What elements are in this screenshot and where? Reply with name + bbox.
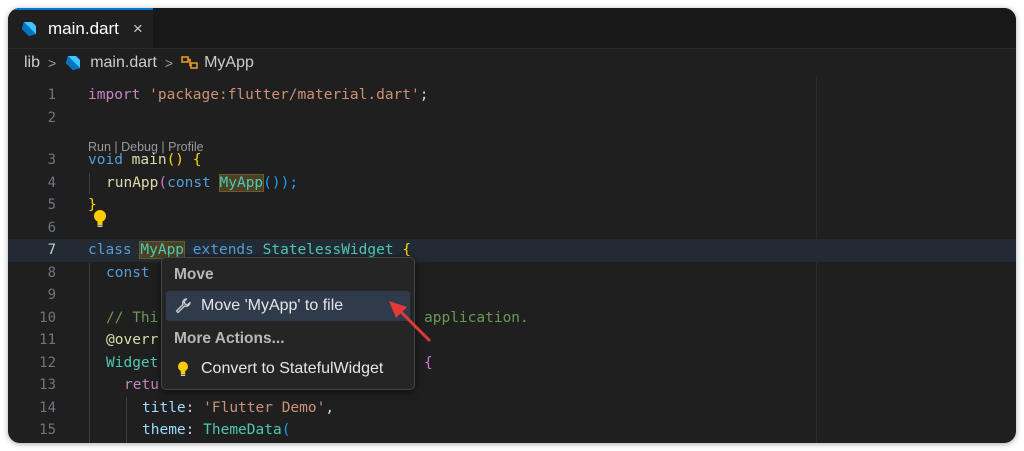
code-editor[interactable]: 1 import 'package:flutter/material.dart'… <box>8 77 1016 443</box>
tab-bar: main.dart × <box>8 8 1016 49</box>
chevron-right-icon: > <box>48 55 57 71</box>
breadcrumb-folder[interactable]: lib <box>24 54 40 72</box>
tab-main-dart[interactable]: main.dart × <box>8 8 153 48</box>
line-number: 7 <box>47 242 56 259</box>
indent-guide <box>89 263 90 443</box>
code-line-5[interactable]: 5 } <box>8 194 1016 217</box>
convert-to-stateful-action[interactable]: Convert to StatefulWidget <box>166 354 410 384</box>
line-number: 13 <box>39 377 56 394</box>
line-number: 4 <box>47 174 56 191</box>
line-number: 15 <box>39 422 56 439</box>
line-number: 10 <box>39 309 56 326</box>
editor-window: main.dart × lib > main.dart > MyApp 1 im… <box>8 8 1016 443</box>
breadcrumb-file-label: main.dart <box>90 54 157 71</box>
line-number: 9 <box>47 287 56 304</box>
code-line-7[interactable]: 7 class MyApp extends StatelessWidget { <box>8 239 1016 262</box>
code-line-3[interactable]: 3 void main() { <box>8 149 1016 172</box>
code-line-6[interactable]: 6 <box>8 217 1016 240</box>
line-number: 8 <box>47 264 56 281</box>
code-line-14[interactable]: 14 title: 'Flutter Demo', <box>8 397 1016 420</box>
code-line-9[interactable]: 9 <box>8 284 1016 307</box>
lightbulb-icon <box>178 361 188 376</box>
breadcrumb-symbol-label: MyApp <box>204 54 254 71</box>
line-number: 3 <box>47 152 56 169</box>
class-symbol-icon <box>181 56 198 69</box>
line-number: 2 <box>47 109 56 126</box>
chevron-right-icon: > <box>164 55 174 71</box>
convert-to-stateful-label: Convert to StatefulWidget <box>201 360 384 377</box>
code-line-2[interactable]: 2 <box>8 107 1016 130</box>
menu-header-move: Move <box>174 266 214 283</box>
dart-icon <box>22 22 36 36</box>
line-number: 5 <box>47 197 56 214</box>
lightbulb-icon[interactable] <box>92 209 108 229</box>
indent-guide <box>89 173 90 194</box>
code-line-13[interactable]: 13 retu <box>8 374 1016 397</box>
dart-icon <box>66 56 81 70</box>
wrench-icon <box>175 298 191 314</box>
code-actions-menu: Move Move 'MyApp' to file More Actions..… <box>161 257 415 390</box>
code-line-15[interactable]: 15 theme: ThemeData( <box>8 419 1016 442</box>
tab-label: main.dart <box>48 19 119 38</box>
line-number: 12 <box>39 354 56 371</box>
line-number: 1 <box>47 87 56 104</box>
code-line-4[interactable]: 4 runApp(const MyApp()); <box>8 172 1016 195</box>
line-number: 14 <box>39 399 56 416</box>
code-line-11[interactable]: 11 @overr <box>8 329 1016 352</box>
breadcrumb: lib > main.dart > MyApp <box>8 49 1016 77</box>
line-number: 6 <box>47 219 56 236</box>
move-to-file-label: Move 'MyApp' to file <box>201 297 344 314</box>
code-line-12[interactable]: 12 Widget { <box>8 352 1016 375</box>
indent-guide <box>126 397 127 443</box>
breadcrumb-symbol[interactable]: MyApp <box>181 54 254 72</box>
move-to-file-action[interactable]: Move 'MyApp' to file <box>166 291 410 321</box>
line-number: 11 <box>39 332 56 349</box>
annotation-arrow <box>389 301 431 342</box>
menu-header-more-actions: More Actions... <box>174 330 285 347</box>
code-line-10[interactable]: 10 // Thi application. <box>8 307 1016 330</box>
close-icon[interactable]: × <box>133 19 143 39</box>
code-line-1[interactable]: 1 import 'package:flutter/material.dart'… <box>8 84 1016 107</box>
code-line-8[interactable]: 8 const <box>8 262 1016 285</box>
breadcrumb-file[interactable]: main.dart <box>64 54 157 72</box>
